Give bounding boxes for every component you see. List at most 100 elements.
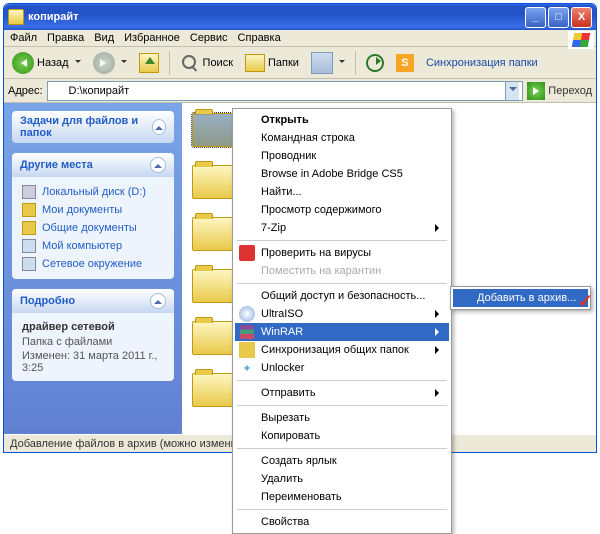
details-name: драйвер сетевой — [22, 319, 164, 335]
ctx-quarantine: Поместить на карантин — [235, 262, 449, 280]
forward-dropdown-icon[interactable] — [118, 57, 127, 69]
folders-label: Папки — [268, 57, 299, 69]
menu-favorites[interactable]: Избранное — [124, 32, 180, 44]
details-modified: Изменен: 31 марта 2011 г., 3:25 — [22, 349, 164, 375]
shield-icon — [239, 263, 255, 279]
ctx-explorer[interactable]: Проводник — [235, 147, 449, 165]
ctx-shortcut[interactable]: Создать ярлык — [235, 452, 449, 470]
ctx-viewcontent[interactable]: Просмотр содержимого — [235, 201, 449, 219]
network-icon — [22, 257, 36, 271]
tasks-panel-header[interactable]: Задачи для файлов и папок — [12, 111, 174, 143]
toolbar-separator — [169, 51, 170, 75]
ctx-unlocker[interactable]: ✦Unlocker — [235, 359, 449, 377]
refresh-icon — [366, 54, 384, 72]
ctx-separator — [237, 448, 447, 449]
collapse-icon[interactable] — [150, 157, 166, 173]
address-dropdown-icon[interactable] — [505, 82, 519, 100]
views-button[interactable] — [307, 50, 349, 76]
ctx-open[interactable]: Открыть — [235, 111, 449, 129]
back-label: Назад — [37, 57, 69, 69]
place-label: Сетевое окружение — [42, 258, 142, 270]
minimize-button[interactable]: _ — [525, 7, 546, 28]
ctx-cmdline[interactable]: Командная строка — [235, 129, 449, 147]
sync-folder-button[interactable]: Синхронизация папки — [422, 55, 542, 71]
folders-button[interactable]: Папки — [241, 52, 303, 74]
address-label: Адрес: — [8, 85, 43, 97]
disc-icon — [239, 306, 255, 322]
menu-help[interactable]: Справка — [238, 32, 281, 44]
toolbar: Назад Поиск Папки S Син — [4, 47, 596, 79]
tasks-panel-title: Задачи для файлов и папок — [20, 115, 152, 139]
toolbar-separator — [355, 51, 356, 75]
details-panel: Подробно драйвер сетевой Папка с файлами… — [12, 289, 174, 381]
ctx-ultraiso[interactable]: UltraISO — [235, 305, 449, 323]
ctx-copy[interactable]: Копировать — [235, 427, 449, 445]
titlebar[interactable]: копирайт _ □ X — [4, 4, 596, 30]
details-panel-header[interactable]: Подробно — [12, 289, 174, 313]
close-button[interactable]: X — [571, 7, 592, 28]
ctx-separator — [237, 283, 447, 284]
folder-item[interactable] — [192, 165, 234, 199]
winrar-icon — [456, 290, 472, 306]
forward-button[interactable] — [89, 50, 131, 76]
maximize-button[interactable]: □ — [548, 7, 569, 28]
up-button[interactable] — [135, 51, 163, 75]
folder-item-selected[interactable] — [192, 113, 234, 147]
ctx-properties[interactable]: Свойства — [235, 513, 449, 531]
folder-item[interactable] — [192, 373, 234, 407]
ctx-rename[interactable]: Переименовать — [235, 488, 449, 506]
ctx-separator — [237, 240, 447, 241]
views-icon — [311, 52, 333, 74]
ctx-separator — [237, 405, 447, 406]
menu-tools[interactable]: Сервис — [190, 32, 228, 44]
collapse-icon[interactable] — [150, 293, 166, 309]
submenu-label: Добавить в архив... — [477, 292, 576, 304]
back-dropdown-icon[interactable] — [72, 57, 81, 69]
address-folder-icon — [51, 85, 65, 97]
place-local-disk[interactable]: Локальный диск (D:) — [22, 183, 164, 201]
ctx-scan-virus[interactable]: Проверить на вирусы — [235, 244, 449, 262]
go-button[interactable]: Переход — [527, 82, 592, 100]
winrar-icon — [239, 324, 255, 340]
ctx-sharing[interactable]: Общий доступ и безопасность... — [235, 287, 449, 305]
menu-file[interactable]: Файл — [10, 32, 37, 44]
ctx-find[interactable]: Найти... — [235, 183, 449, 201]
sync-refresh-button[interactable] — [362, 52, 388, 74]
place-shared-documents[interactable]: Общие документы — [22, 219, 164, 237]
menu-view[interactable]: Вид — [94, 32, 114, 44]
search-button[interactable]: Поиск — [176, 51, 237, 75]
place-label: Мой компьютер — [42, 240, 122, 252]
folder-item[interactable] — [192, 217, 234, 251]
ctx-bridge[interactable]: Browse in Adobe Bridge CS5 — [235, 165, 449, 183]
submenu-add-to-archive[interactable]: Добавить в архив... — [453, 289, 588, 307]
ctx-winrar[interactable]: WinRAR — [235, 323, 449, 341]
places-panel-header[interactable]: Другие места — [12, 153, 174, 177]
windows-logo-icon — [568, 31, 594, 49]
ctx-sync-folders[interactable]: Синхронизация общих папок — [235, 341, 449, 359]
back-button[interactable]: Назад — [8, 50, 85, 76]
place-network[interactable]: Сетевое окружение — [22, 255, 164, 273]
place-my-computer[interactable]: Мой компьютер — [22, 237, 164, 255]
folder-item[interactable] — [192, 321, 234, 355]
place-label: Общие документы — [42, 222, 137, 234]
window-title: копирайт — [28, 11, 525, 23]
folders-icon — [245, 54, 265, 72]
details-type: Папка с файлами — [22, 335, 164, 349]
collapse-icon[interactable] — [152, 119, 166, 135]
ctx-7zip[interactable]: 7-Zip — [235, 219, 449, 237]
shield-icon — [239, 245, 255, 261]
views-dropdown-icon[interactable] — [336, 57, 345, 69]
place-my-documents[interactable]: Мои документы — [22, 201, 164, 219]
ctx-cut[interactable]: Вырезать — [235, 409, 449, 427]
ctx-sendto[interactable]: Отправить — [235, 384, 449, 402]
details-panel-title: Подробно — [20, 295, 75, 307]
forward-arrow-icon — [93, 52, 115, 74]
address-field[interactable]: D:\копирайт — [47, 81, 524, 101]
menu-edit[interactable]: Правка — [47, 32, 84, 44]
folder-item[interactable] — [192, 269, 234, 303]
ctx-separator — [237, 509, 447, 510]
search-icon — [180, 53, 200, 73]
ctx-delete[interactable]: Удалить — [235, 470, 449, 488]
sidebar: Задачи для файлов и папок Другие места Л… — [4, 103, 182, 434]
s-button[interactable]: S — [392, 52, 418, 74]
